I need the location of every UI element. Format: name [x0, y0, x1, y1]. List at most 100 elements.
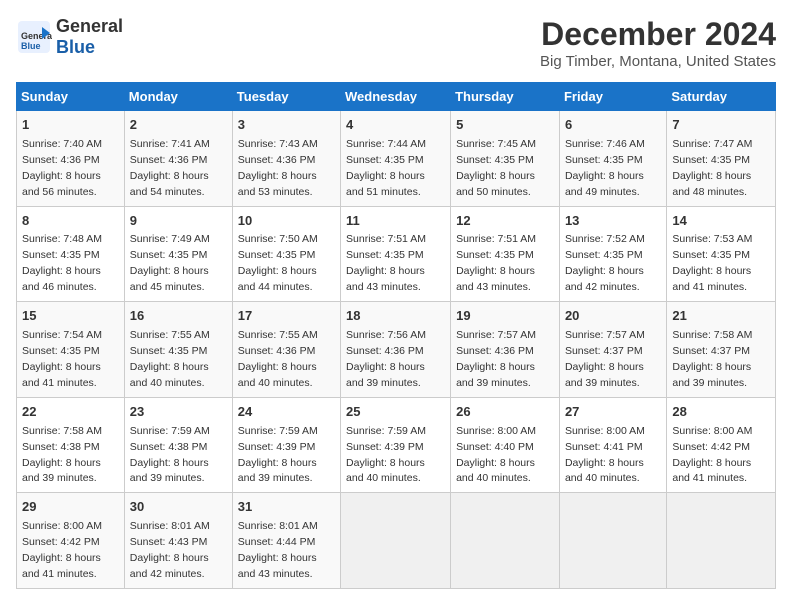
day-number: 9	[130, 212, 227, 231]
calendar-cell: 3 Sunrise: 7:43 AMSunset: 4:36 PMDaylight…	[232, 111, 340, 207]
calendar-cell: 10 Sunrise: 7:50 AMSunset: 4:35 PMDayligh…	[232, 206, 340, 302]
day-detail: Sunrise: 7:53 AMSunset: 4:35 PMDaylight:…	[672, 233, 752, 293]
day-detail: Sunrise: 7:51 AMSunset: 4:35 PMDaylight:…	[346, 233, 426, 293]
calendar-cell: 16Sunrise: 7:55 AMSunset: 4:35 PMDayligh…	[124, 302, 232, 398]
day-detail: Sunrise: 7:51 AMSunset: 4:35 PMDaylight:…	[456, 233, 536, 293]
logo-text: General Blue	[56, 16, 123, 58]
day-number: 19	[456, 307, 554, 326]
day-number: 14	[672, 212, 770, 231]
calendar-cell: 1 Sunrise: 7:40 AMSunset: 4:36 PMDaylight…	[17, 111, 125, 207]
day-detail: Sunrise: 7:58 AMSunset: 4:38 PMDaylight:…	[22, 425, 102, 485]
day-number: 29	[22, 498, 119, 517]
calendar-cell: 19 Sunrise: 7:57 AMSunset: 4:36 PMDayligh…	[451, 302, 560, 398]
calendar-cell: 8 Sunrise: 7:48 AMSunset: 4:35 PMDaylight…	[17, 206, 125, 302]
calendar-cell	[559, 493, 666, 589]
day-detail: Sunrise: 8:00 AMSunset: 4:41 PMDaylight:…	[565, 425, 645, 485]
day-number: 24	[238, 403, 335, 422]
day-number: 25	[346, 403, 445, 422]
day-number: 5	[456, 116, 554, 135]
day-detail: Sunrise: 7:43 AMSunset: 4:36 PMDaylight:…	[238, 138, 318, 198]
day-number: 8	[22, 212, 119, 231]
calendar-cell: 28Sunrise: 8:00 AMSunset: 4:42 PMDayligh…	[667, 397, 776, 493]
logo: General Blue General Blue	[16, 16, 123, 58]
day-number: 22	[22, 403, 119, 422]
calendar-cell: 13Sunrise: 7:52 AMSunset: 4:35 PMDayligh…	[559, 206, 666, 302]
calendar-week-1: 1 Sunrise: 7:40 AMSunset: 4:36 PMDaylight…	[17, 111, 776, 207]
day-detail: Sunrise: 8:00 AMSunset: 4:42 PMDaylight:…	[672, 425, 752, 485]
weekday-header-saturday: Saturday	[667, 83, 776, 111]
calendar-cell: 21Sunrise: 7:58 AMSunset: 4:37 PMDayligh…	[667, 302, 776, 398]
calendar-cell: 2Sunrise: 7:41 AMSunset: 4:36 PMDaylight…	[124, 111, 232, 207]
calendar-cell	[667, 493, 776, 589]
calendar-cell: 26 Sunrise: 8:00 AMSunset: 4:40 PMDayligh…	[451, 397, 560, 493]
day-detail: Sunrise: 7:48 AMSunset: 4:35 PMDaylight:…	[22, 233, 102, 293]
calendar-cell: 14 Sunrise: 7:53 AMSunset: 4:35 PMDayligh…	[667, 206, 776, 302]
calendar-cell: 17Sunrise: 7:55 AMSunset: 4:36 PMDayligh…	[232, 302, 340, 398]
day-detail: Sunrise: 7:58 AMSunset: 4:37 PMDaylight:…	[672, 329, 752, 389]
day-number: 20	[565, 307, 661, 326]
calendar-cell: 12 Sunrise: 7:51 AMSunset: 4:35 PMDayligh…	[451, 206, 560, 302]
calendar-cell: 29 Sunrise: 8:00 AMSunset: 4:42 PMDayligh…	[17, 493, 125, 589]
weekday-header-friday: Friday	[559, 83, 666, 111]
calendar-week-3: 15 Sunrise: 7:54 AMSunset: 4:35 PMDayligh…	[17, 302, 776, 398]
logo-blue: Blue	[56, 37, 95, 57]
svg-text:Blue: Blue	[21, 41, 41, 51]
calendar-cell: 27 Sunrise: 8:00 AMSunset: 4:41 PMDayligh…	[559, 397, 666, 493]
day-number: 31	[238, 498, 335, 517]
day-number: 16	[130, 307, 227, 326]
day-number: 30	[130, 498, 227, 517]
calendar-week-2: 8 Sunrise: 7:48 AMSunset: 4:35 PMDaylight…	[17, 206, 776, 302]
day-detail: Sunrise: 8:00 AMSunset: 4:40 PMDaylight:…	[456, 425, 536, 485]
day-detail: Sunrise: 7:59 AMSunset: 4:38 PMDaylight:…	[130, 425, 210, 485]
calendar-cell	[341, 493, 451, 589]
day-number: 11	[346, 212, 445, 231]
day-detail: Sunrise: 7:44 AMSunset: 4:35 PMDaylight:…	[346, 138, 426, 198]
calendar-cell: 25Sunrise: 7:59 AMSunset: 4:39 PMDayligh…	[341, 397, 451, 493]
logo-general: General	[56, 16, 123, 36]
weekday-row: SundayMondayTuesdayWednesdayThursdayFrid…	[17, 83, 776, 111]
day-detail: Sunrise: 7:55 AMSunset: 4:36 PMDaylight:…	[238, 329, 318, 389]
day-detail: Sunrise: 7:52 AMSunset: 4:35 PMDaylight:…	[565, 233, 645, 293]
page-subtitle: Big Timber, Montana, United States	[540, 53, 776, 70]
calendar-cell: 7 Sunrise: 7:47 AMSunset: 4:35 PMDaylight…	[667, 111, 776, 207]
weekday-header-tuesday: Tuesday	[232, 83, 340, 111]
day-number: 18	[346, 307, 445, 326]
day-detail: Sunrise: 7:47 AMSunset: 4:35 PMDaylight:…	[672, 138, 752, 198]
day-number: 10	[238, 212, 335, 231]
calendar-cell: 20 Sunrise: 7:57 AMSunset: 4:37 PMDayligh…	[559, 302, 666, 398]
day-detail: Sunrise: 7:54 AMSunset: 4:35 PMDaylight:…	[22, 329, 102, 389]
calendar-header: SundayMondayTuesdayWednesdayThursdayFrid…	[17, 83, 776, 111]
day-number: 7	[672, 116, 770, 135]
day-detail: Sunrise: 7:50 AMSunset: 4:35 PMDaylight:…	[238, 233, 318, 293]
day-number: 12	[456, 212, 554, 231]
page-title: December 2024	[540, 16, 776, 53]
day-number: 27	[565, 403, 661, 422]
day-detail: Sunrise: 8:01 AMSunset: 4:43 PMDaylight:…	[130, 520, 210, 580]
day-detail: Sunrise: 7:41 AMSunset: 4:36 PMDaylight:…	[130, 138, 210, 198]
day-number: 4	[346, 116, 445, 135]
calendar-cell: 31Sunrise: 8:01 AMSunset: 4:44 PMDayligh…	[232, 493, 340, 589]
day-detail: Sunrise: 7:59 AMSunset: 4:39 PMDaylight:…	[238, 425, 318, 485]
calendar-cell: 30 Sunrise: 8:01 AMSunset: 4:43 PMDayligh…	[124, 493, 232, 589]
weekday-header-monday: Monday	[124, 83, 232, 111]
calendar-cell: 24 Sunrise: 7:59 AMSunset: 4:39 PMDayligh…	[232, 397, 340, 493]
header: General Blue General Blue December 2024 …	[16, 16, 776, 70]
day-detail: Sunrise: 7:40 AMSunset: 4:36 PMDaylight:…	[22, 138, 102, 198]
calendar-cell: 22 Sunrise: 7:58 AMSunset: 4:38 PMDayligh…	[17, 397, 125, 493]
day-detail: Sunrise: 7:45 AMSunset: 4:35 PMDaylight:…	[456, 138, 536, 198]
calendar-cell: 11 Sunrise: 7:51 AMSunset: 4:35 PMDayligh…	[341, 206, 451, 302]
calendar-cell: 18 Sunrise: 7:56 AMSunset: 4:36 PMDayligh…	[341, 302, 451, 398]
calendar-cell: 23Sunrise: 7:59 AMSunset: 4:38 PMDayligh…	[124, 397, 232, 493]
calendar-table: SundayMondayTuesdayWednesdayThursdayFrid…	[16, 82, 776, 589]
day-detail: Sunrise: 8:00 AMSunset: 4:42 PMDaylight:…	[22, 520, 102, 580]
day-number: 15	[22, 307, 119, 326]
day-number: 1	[22, 116, 119, 135]
title-block: December 2024 Big Timber, Montana, Unite…	[540, 16, 776, 70]
day-detail: Sunrise: 7:57 AMSunset: 4:36 PMDaylight:…	[456, 329, 536, 389]
calendar-cell: 15 Sunrise: 7:54 AMSunset: 4:35 PMDayligh…	[17, 302, 125, 398]
weekday-header-thursday: Thursday	[451, 83, 560, 111]
day-number: 3	[238, 116, 335, 135]
day-detail: Sunrise: 7:57 AMSunset: 4:37 PMDaylight:…	[565, 329, 645, 389]
day-detail: Sunrise: 7:56 AMSunset: 4:36 PMDaylight:…	[346, 329, 426, 389]
day-number: 26	[456, 403, 554, 422]
